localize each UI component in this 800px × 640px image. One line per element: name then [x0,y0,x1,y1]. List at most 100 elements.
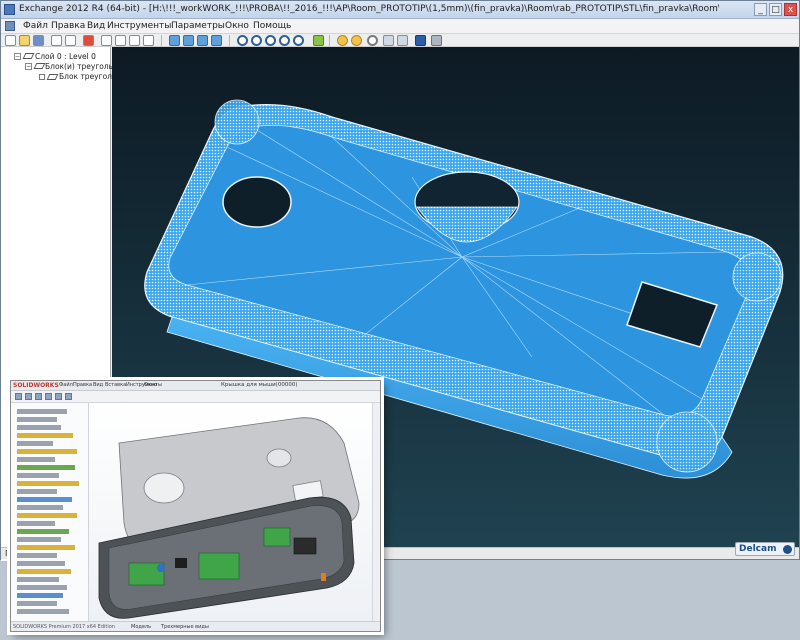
inset-tree-row[interactable] [17,417,57,422]
inset-tool-icon[interactable] [65,393,72,400]
inset-tree-row[interactable] [17,465,75,470]
save-icon[interactable] [33,35,44,46]
export-icon[interactable] [51,35,62,46]
menu-parameters[interactable]: Параметры [171,21,225,31]
inset-tree-row[interactable] [17,529,69,534]
inset-tree-row[interactable] [17,473,59,478]
inset-tree-row[interactable] [17,425,61,430]
inset-tab-model[interactable]: Модель [131,624,151,630]
corner-bulge [214,99,260,145]
inset-tree-row[interactable] [17,585,67,590]
inset-tool-icon[interactable] [55,393,62,400]
inset-menu-insert[interactable]: Вставка [105,382,126,388]
measure-icon[interactable] [431,35,442,46]
import-icon[interactable] [65,35,76,46]
undo-icon[interactable] [129,35,140,46]
inset-feature-tree [11,403,89,621]
open-folder-icon[interactable] [19,35,30,46]
title-bar: Exchange 2012 R4 (64-bit) - [H:\!!!_work… [1,1,799,19]
zoom-icon[interactable] [237,35,248,46]
inset-menu-edit[interactable]: Правка [73,382,92,388]
inset-tree-row[interactable] [17,537,61,542]
refresh-icon[interactable] [313,35,324,46]
inset-menu-file[interactable]: Файл [59,382,73,388]
inset-tree-row[interactable] [17,553,57,558]
menu-icon[interactable] [5,21,15,31]
app-icon [4,4,15,15]
inset-cover-hole [143,472,185,504]
inset-tree-row[interactable] [17,513,77,518]
menu-file[interactable]: Файл [23,21,48,31]
zoom-in-icon[interactable] [251,35,262,46]
delete-icon[interactable] [83,35,94,46]
inset-3d-view[interactable] [89,403,372,621]
corner-bulge [656,411,718,473]
inset-tree-row[interactable] [17,561,65,566]
inset-tree-row[interactable] [17,593,63,598]
close-button[interactable]: x [784,3,797,16]
toolbar-separator [161,35,162,46]
inset-tree-row[interactable] [17,521,55,526]
view-side-icon[interactable] [211,35,222,46]
zoom-fit-icon[interactable] [279,35,290,46]
app-root: Exchange 2012 R4 (64-bit) - [H:\!!!_work… [0,0,800,640]
inset-tree-row[interactable] [17,497,72,502]
inset-battery [293,537,317,555]
view-iso-icon[interactable] [169,35,180,46]
inset-tool-icon[interactable] [25,393,32,400]
paste-icon[interactable] [115,35,126,46]
menu-tools[interactable]: Инструменты [107,21,171,31]
copy-icon[interactable] [101,35,112,46]
target-icon[interactable] [367,35,378,46]
inset-toolbar [11,391,380,403]
select-icon[interactable] [415,35,426,46]
inset-tree-row[interactable] [17,449,77,454]
redo-icon[interactable] [143,35,154,46]
inset-menu-window[interactable]: Окно [144,382,157,388]
shade-smooth-icon[interactable] [351,35,362,46]
zoom-window-icon[interactable] [293,35,304,46]
toolbar [1,34,799,47]
inset-tree-row[interactable] [17,481,79,486]
block-visibility-checkbox[interactable] [39,74,45,80]
inset-tool-icon[interactable] [45,393,52,400]
inset-tool-icon[interactable] [35,393,42,400]
grid-icon[interactable] [383,35,394,46]
inset-tree-row[interactable] [17,489,57,494]
view-front-icon[interactable] [197,35,208,46]
menu-view[interactable]: Вид [87,21,105,31]
new-file-icon[interactable] [5,35,16,46]
menu-help[interactable]: Помощь [253,21,291,31]
inset-tab-3d-views[interactable]: Трехмерные виды [161,624,209,630]
inset-tree-row[interactable] [17,545,75,550]
inset-tree-row[interactable] [17,457,55,462]
inset-tree-row[interactable] [17,505,63,510]
maximize-button[interactable]: □ [769,3,782,16]
inset-tree-row[interactable] [17,409,67,414]
inset-tree-row[interactable] [17,441,53,446]
delcam-logo-icon [783,545,792,554]
toolbar-separator [329,35,330,46]
expand-blocks-toggle[interactable]: − [25,63,32,70]
layer-icon [22,53,35,59]
inset-tree-row[interactable] [17,577,59,582]
tree-node-layer[interactable]: Слой 0 : Level 0 [35,52,96,61]
inset-tree-row[interactable] [17,433,73,438]
wireframe-icon[interactable] [397,35,408,46]
expand-layer-toggle[interactable]: − [14,53,21,60]
inset-pcb [263,527,291,547]
inset-tree-row[interactable] [17,601,57,606]
zoom-out-icon[interactable] [265,35,276,46]
inset-tree-row[interactable] [17,569,71,574]
menu-bar: Файл Правка Вид Инструменты Параметры Ок… [1,19,799,34]
view-top-icon[interactable] [183,35,194,46]
inset-menu-view[interactable]: Вид [93,382,103,388]
inset-status-bar: SOLIDWORKS Premium 2017 x64 Edition Моде… [11,621,380,631]
window-controls: _ □ x [754,3,797,16]
menu-edit[interactable]: Правка [51,21,85,31]
minimize-button[interactable]: _ [754,3,767,16]
inset-tool-icon[interactable] [15,393,22,400]
shade-icon[interactable] [337,35,348,46]
inset-tree-row[interactable] [17,609,69,614]
menu-window[interactable]: Окно [225,21,249,31]
